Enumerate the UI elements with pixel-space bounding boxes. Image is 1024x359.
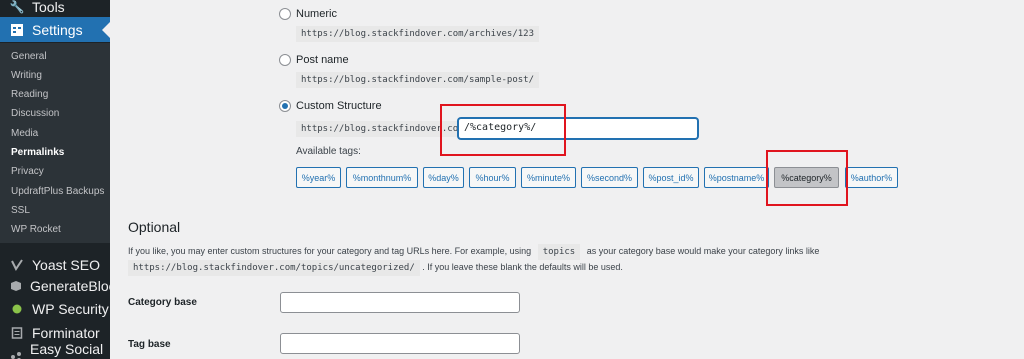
optional-desc-text3: . If you leave these blank the defaults … [422,262,623,272]
tag-post-id-button[interactable]: %post_id% [643,167,699,188]
radio-custom-structure[interactable] [279,100,291,112]
radio-custom-structure-label: Custom Structure [296,100,382,112]
settings-submenu: General Writing Reading Discussion Media… [0,43,110,243]
tag-minute-button[interactable]: %minute% [521,167,576,188]
radio-numeric[interactable] [279,8,291,20]
menu-tools[interactable]: 🔧 Tools [0,0,110,15]
menu-wp-security-label: WP Security [32,301,109,317]
yoast-icon [10,258,24,272]
menu-settings[interactable]: Settings [0,17,110,42]
menu-yoast-seo[interactable]: Yoast SEO [0,254,110,276]
available-tags-label: Available tags: [296,146,361,157]
submenu-wp-rocket[interactable]: WP Rocket [11,224,61,235]
radio-post-name-label: Post name [296,54,349,66]
category-base-input[interactable] [280,292,520,313]
tag-monthnum-button[interactable]: %monthnum% [346,167,418,188]
menu-yoast-label: Yoast SEO [32,257,100,273]
submenu-reading[interactable]: Reading [11,89,48,100]
optional-description-line1: If you like, you may enter custom struct… [128,244,820,260]
submenu-general[interactable]: General [11,51,47,62]
admin-sidebar: 🔧 Tools Settings General Writing Reading… [0,0,130,359]
tag-second-button[interactable]: %second% [581,167,638,188]
submenu-writing[interactable]: Writing [11,70,42,81]
optional-desc-text1: If you like, you may enter custom struct… [128,246,532,256]
optional-desc-code-topics: topics [537,244,581,260]
tag-day-button[interactable]: %day% [423,167,464,188]
post-name-example: https://blog.stackfindover.com/sample-po… [296,72,539,88]
menu-easy-social-share-label: Easy Social Share [30,341,104,359]
menu-forminator-label: Forminator [32,325,100,341]
menu-easy-social-share[interactable]: Easy Social Share [0,341,110,359]
menu-generateblocks[interactable]: GenerateBlocks [0,275,130,297]
optional-desc-code-url: https://blog.stackfindover.com/topics/un… [128,260,420,276]
menu-settings-label: Settings [32,21,83,38]
tag-postname-button[interactable]: %postname% [704,167,769,188]
menu-tools-label: Tools [32,0,65,15]
share-icon [10,350,22,359]
highlight-box-input [440,104,566,156]
tag-hour-button[interactable]: %hour% [469,167,516,188]
highlight-box-category-tag [766,150,848,206]
tag-year-button[interactable]: %year% [296,167,341,188]
shield-icon [10,302,24,316]
menu-wp-security[interactable]: WP Security [0,298,110,320]
wrench-icon: 🔧 [9,0,25,14]
optional-description-line2: https://blog.stackfindover.com/topics/un… [128,260,623,276]
generateblocks-icon [10,279,22,293]
category-base-label: Category base [128,297,197,308]
tag-author-button[interactable]: %author% [845,167,898,188]
submenu-privacy[interactable]: Privacy [11,166,44,177]
tag-base-label: Tag base [128,339,171,350]
submenu-permalinks[interactable]: Permalinks [11,147,64,158]
submenu-media[interactable]: Media [11,128,38,139]
radio-post-name[interactable] [279,54,291,66]
radio-numeric-label: Numeric [296,8,337,20]
tag-base-input[interactable] [280,333,520,354]
settings-icon [10,23,24,37]
submenu-updraftplus[interactable]: UpdraftPlus Backups [11,186,104,197]
numeric-example: https://blog.stackfindover.com/archives/… [296,26,539,42]
optional-desc-text2: as your category base would make your ca… [586,246,820,256]
submenu-ssl[interactable]: SSL [11,205,30,216]
forminator-icon [10,326,24,340]
optional-heading: Optional [128,219,181,235]
submenu-discussion[interactable]: Discussion [11,108,59,119]
